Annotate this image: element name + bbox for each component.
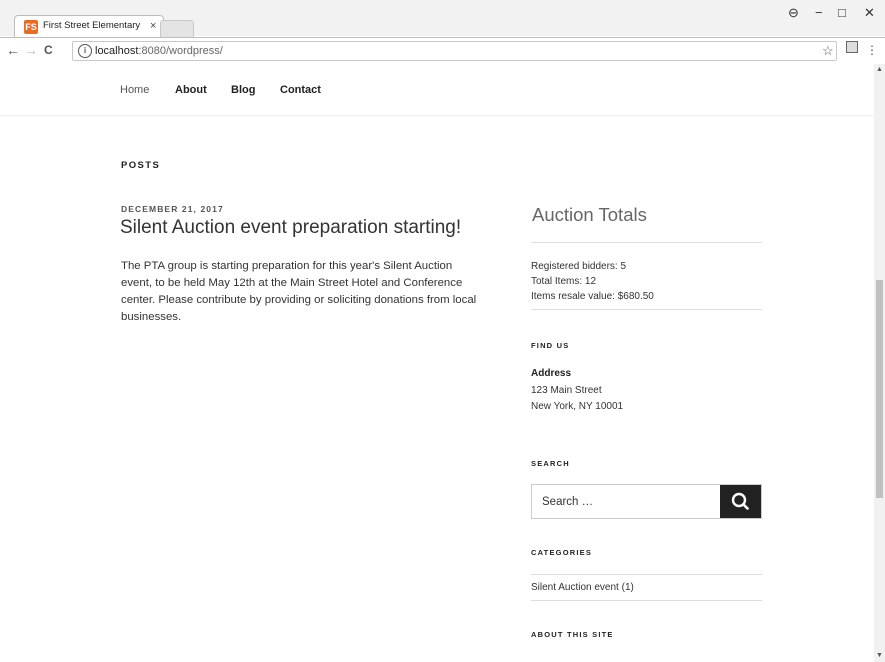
divider (531, 309, 762, 310)
tab-close-icon[interactable]: × (150, 19, 156, 33)
scroll-up-icon[interactable]: ▲ (876, 66, 883, 74)
divider (531, 600, 762, 601)
minimize-icon[interactable]: − (815, 6, 823, 20)
about-site-heading: ABOUT THIS SITE (531, 630, 614, 639)
reload-icon[interactable]: C (44, 42, 53, 58)
nav-item-home[interactable]: Home (120, 84, 149, 97)
info-icon[interactable]: i (78, 44, 92, 58)
new-tab-button[interactable] (160, 20, 194, 38)
find-us-heading: FIND US (531, 341, 570, 350)
url-path: :8080/wordpress/ (138, 45, 223, 57)
maximize-icon[interactable]: □ (838, 6, 846, 20)
search-button[interactable] (720, 485, 761, 518)
browser-toolbar: ← → C i localhost:8080/wordpress/ ☆ ⋮ (0, 37, 885, 65)
search-icon (731, 492, 749, 510)
browser-titlebar: FS First Street Elementary Sc × ⊖ − □ ✕ (0, 0, 885, 38)
divider (531, 242, 762, 243)
url-text[interactable]: localhost:8080/wordpress/ (95, 44, 223, 58)
favicon-icon: FS (24, 20, 38, 34)
nav-item-blog[interactable]: Blog (231, 84, 255, 97)
nav-item-contact[interactable]: Contact (280, 84, 321, 97)
posts-heading: POSTS (121, 160, 161, 171)
items-resale-value: Items resale value: $680.50 (531, 291, 654, 302)
address-line-2: New York, NY 10001 (531, 401, 624, 412)
bookmark-star-icon[interactable]: ☆ (822, 43, 834, 59)
site-navigation: Home About Blog Contact (0, 64, 874, 116)
scroll-down-icon[interactable]: ▼ (876, 652, 883, 660)
post-date[interactable]: DECEMBER 21, 2017 (121, 204, 224, 214)
url-host: localhost (95, 45, 139, 57)
close-window-icon[interactable]: ✕ (864, 6, 875, 20)
address-bar[interactable]: i localhost:8080/wordpress/ ☆ (72, 41, 837, 61)
nav-item-about[interactable]: About (175, 84, 207, 97)
auction-totals-title: Auction Totals (532, 204, 647, 225)
search-input[interactable]: Search … (542, 495, 593, 509)
profile-icon[interactable]: ⊖ (788, 6, 799, 20)
category-link-silent-auction[interactable]: Silent Auction event (1) (531, 582, 634, 593)
browser-menu-icon[interactable]: ⋮ (866, 43, 878, 57)
divider (531, 574, 762, 575)
post-title[interactable]: Silent Auction event preparation startin… (120, 216, 461, 240)
total-items: Total Items: 12 (531, 276, 597, 287)
back-icon[interactable]: ← (6, 42, 20, 58)
post-body: The PTA group is starting preparation fo… (121, 260, 477, 323)
categories-heading: CATEGORIES (531, 548, 593, 557)
forward-icon[interactable]: → (24, 42, 38, 58)
page-viewport: Home About Blog Contact POSTS DECEMBER 2… (0, 64, 874, 662)
page-scrollbar[interactable]: ▲ ▼ (874, 64, 885, 662)
tab-title: First Street Elementary Sc (43, 20, 143, 31)
search-heading: SEARCH (531, 459, 570, 468)
address-line-1: 123 Main Street (531, 385, 602, 396)
search-form: Search … (531, 484, 762, 519)
browser-tab[interactable]: FS First Street Elementary Sc × (14, 15, 164, 38)
extension-icon[interactable] (846, 41, 858, 53)
registered-bidders: Registered bidders: 5 (531, 261, 627, 272)
scroll-thumb[interactable] (876, 280, 883, 498)
address-label: Address (531, 368, 572, 379)
